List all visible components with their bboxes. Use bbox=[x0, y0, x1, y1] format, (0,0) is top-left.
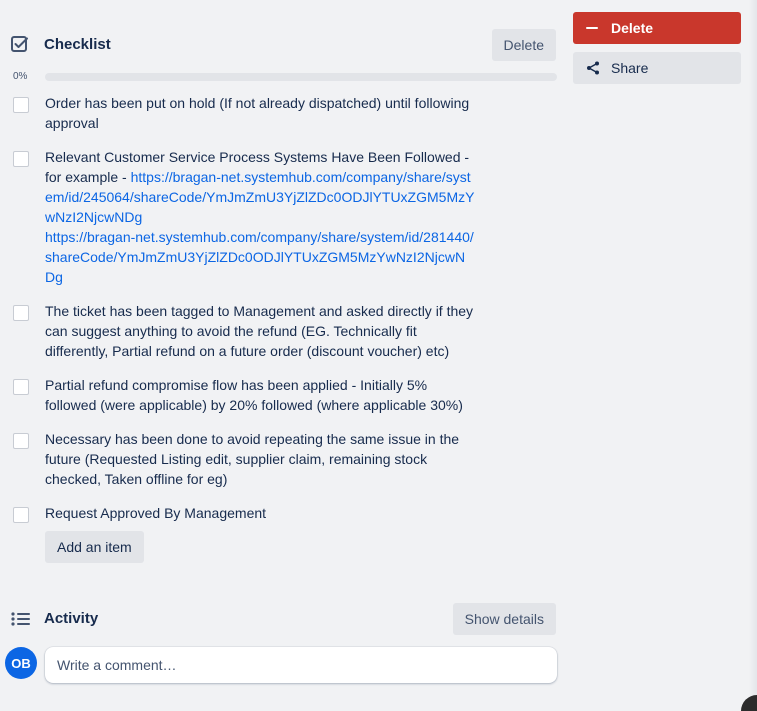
progress-percent: 0% bbox=[13, 71, 28, 82]
delete-checklist-button[interactable]: Delete bbox=[491, 29, 556, 61]
add-item-button[interactable]: Add an item bbox=[45, 531, 144, 563]
item-text[interactable]: Partial refund compromise flow has been … bbox=[45, 377, 463, 413]
share-button[interactable]: Share bbox=[573, 52, 741, 84]
share-label: Share bbox=[611, 60, 649, 76]
checklist-item[interactable]: Order has been put on hold (If not alrea… bbox=[12, 93, 482, 133]
item-checkbox[interactable] bbox=[13, 151, 29, 167]
share-icon bbox=[587, 61, 599, 75]
checklist-header: Checklist Delete bbox=[10, 29, 556, 61]
progress-bar bbox=[45, 73, 557, 81]
checkbox-checked-icon bbox=[11, 36, 28, 52]
item-checkbox[interactable] bbox=[13, 433, 29, 449]
checklist-title: Checklist bbox=[44, 36, 111, 53]
checklist-items: Order has been put on hold (If not alrea… bbox=[12, 93, 482, 537]
activity-title: Activity bbox=[44, 610, 99, 627]
avatar[interactable]: OB bbox=[5, 647, 37, 679]
item-checkbox[interactable] bbox=[13, 507, 29, 523]
checklist-item[interactable]: The ticket has been tagged to Management… bbox=[12, 301, 482, 361]
item-text[interactable]: Order has been put on hold (If not alrea… bbox=[45, 95, 469, 131]
item-text[interactable]: Necessary has been done to avoid repeati… bbox=[45, 431, 459, 487]
card-main-column: Checklist Delete 0% Order has been put o… bbox=[0, 0, 565, 711]
activity-header: Activity Show details bbox=[10, 603, 556, 635]
item-checkbox[interactable] bbox=[13, 379, 29, 395]
item-checkbox[interactable] bbox=[13, 305, 29, 321]
checklist-item[interactable]: Necessary has been done to avoid repeati… bbox=[12, 429, 482, 489]
delete-card-button[interactable]: Delete bbox=[573, 12, 741, 44]
systemhub-link-2[interactable]: https://bragan-net.systemhub.com/company… bbox=[45, 229, 474, 285]
item-checkbox[interactable] bbox=[13, 97, 29, 113]
list-icon bbox=[11, 612, 30, 626]
item-text[interactable]: The ticket has been tagged to Management… bbox=[45, 303, 473, 359]
item-text[interactable]: Request Approved By Management bbox=[45, 505, 266, 521]
window-corner bbox=[741, 695, 757, 711]
card-sidebar: Delete Share bbox=[573, 12, 741, 92]
checklist-item[interactable]: Partial refund compromise flow has been … bbox=[12, 375, 482, 415]
delete-card-label: Delete bbox=[611, 20, 654, 36]
minus-icon bbox=[586, 27, 598, 29]
show-details-button[interactable]: Show details bbox=[452, 603, 556, 635]
comment-input[interactable] bbox=[45, 647, 557, 683]
checklist-item[interactable]: Request Approved By Management bbox=[12, 503, 482, 523]
window-edge bbox=[749, 0, 757, 711]
checklist-item[interactable]: Relevant Customer Service Process System… bbox=[12, 147, 482, 287]
